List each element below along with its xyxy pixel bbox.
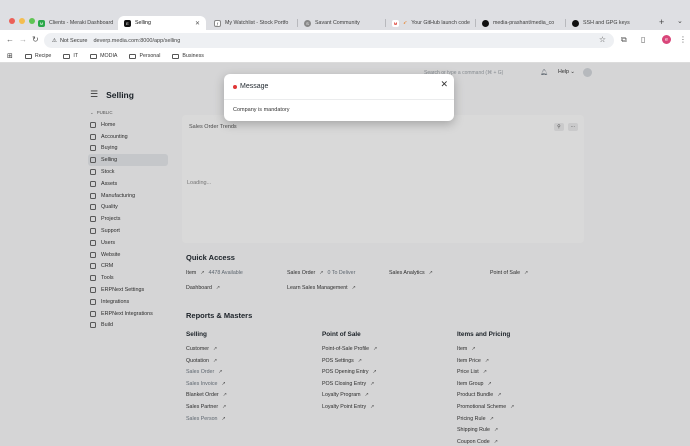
folder-icon <box>90 53 98 59</box>
tab-title: Clients - Meraki Dashboard <box>49 20 114 26</box>
extensions-icon[interactable]: ⧉ <box>621 35 627 45</box>
dialog-header: Message ✕ <box>224 74 454 100</box>
bookmark-label: Recipe <box>34 53 52 59</box>
folder-icon <box>24 53 32 59</box>
tab-title: SSH and GPG keys <box>583 20 630 26</box>
tab-title: Your GitHub launch code <box>411 20 470 26</box>
tab-title: media-prashant/media_co <box>493 20 555 26</box>
bookmark-folder-recipe[interactable]: Recipe <box>24 53 52 59</box>
browser-tab-savant[interactable]: S Savant Community <box>298 16 384 30</box>
browser-tab-bar: M Clients - Meraki Dashboard ✕ E Selling… <box>0 0 690 30</box>
bookmark-star-icon[interactable]: ☆ <box>599 35 606 44</box>
warning-icon: ⚠ <box>52 37 57 44</box>
bookmark-label: Personal <box>139 53 161 59</box>
browser-tab-github-repo[interactable]: ● media-prashant/media_co <box>476 16 564 30</box>
profile-avatar[interactable]: e <box>662 35 671 44</box>
browser-tab-ssh-keys[interactable]: ● SSH and GPG keys <box>566 16 654 30</box>
gmail-favicon-icon: M <box>392 19 399 27</box>
sidebar-panel-icon[interactable]: ▯ <box>641 35 645 44</box>
address-bar[interactable]: ⚠ Not Secure deverp.media.com:8000/app/s… <box>44 33 614 48</box>
meraki-favicon-icon: M <box>38 19 45 27</box>
browser-tab-meraki[interactable]: M Clients - Meraki Dashboard ✕ <box>32 16 116 30</box>
savant-favicon-icon: S <box>304 19 311 27</box>
browser-tab-watchlist[interactable]: ƒ My Watchlist - Stock Portfo <box>208 16 296 30</box>
close-icon[interactable]: ✕ <box>440 79 448 90</box>
tab-search-chevron-icon[interactable]: ⌄ <box>677 17 683 25</box>
bookmark-label: IT <box>73 53 79 59</box>
apps-grid-icon[interactable]: ⊞ <box>7 52 13 60</box>
tab-title: Selling <box>135 20 151 26</box>
watchlist-favicon-icon: ƒ <box>214 19 221 27</box>
bookmark-label: Business <box>182 53 204 59</box>
bookmark-folder-modia[interactable]: MODIA <box>90 53 117 59</box>
browser-toolbar: ← → ↻ ⚠ Not Secure deverp.media.com:8000… <box>0 30 690 50</box>
github-icon: ● <box>482 19 489 27</box>
forward-arrow-icon[interactable]: → <box>19 35 27 44</box>
back-arrow-icon[interactable]: ← <box>6 35 14 44</box>
folder-icon <box>129 53 137 59</box>
dialog-message: Company is mandatory <box>233 107 290 113</box>
browser-menu-icon[interactable]: ⋮ <box>679 35 687 44</box>
bookmark-folder-personal[interactable]: Personal <box>129 53 160 59</box>
dialog-title: Message <box>240 83 269 90</box>
erpnext-favicon-icon: E <box>124 19 131 27</box>
window-close-button[interactable] <box>9 18 15 24</box>
tab-close-icon[interactable]: ✕ <box>195 20 200 27</box>
security-label: Not Secure <box>59 37 88 44</box>
github-icon: ● <box>572 19 579 27</box>
red-indicator-icon <box>233 85 237 89</box>
browser-tab-selling[interactable]: E Selling ✕ <box>118 16 206 30</box>
window-minimize-button[interactable] <box>19 18 25 24</box>
rocket-icon: ➶ <box>403 20 408 26</box>
url-text: deverp.media.com:8000/app/selling <box>93 37 181 44</box>
security-indicator[interactable]: ⚠ Not Secure <box>52 38 87 44</box>
new-tab-button[interactable]: + <box>659 17 664 27</box>
tab-title: My Watchlist - Stock Portfo <box>225 20 289 26</box>
tab-title: Savant Community <box>315 20 360 26</box>
bookmark-folder-it[interactable]: IT <box>63 53 78 59</box>
browser-tab-gmail[interactable]: M ➶ Your GitHub launch code <box>386 16 474 30</box>
folder-icon <box>172 53 180 59</box>
reload-icon[interactable]: ↻ <box>32 35 39 44</box>
bookmarks-bar: ⊞ Recipe IT MODIA Personal Business <box>0 50 690 63</box>
bookmark-label: MODIA <box>100 53 118 59</box>
folder-icon <box>63 53 71 59</box>
bookmark-folder-business[interactable]: Business <box>172 53 204 59</box>
message-dialog: Message ✕ Company is mandatory <box>224 74 454 121</box>
